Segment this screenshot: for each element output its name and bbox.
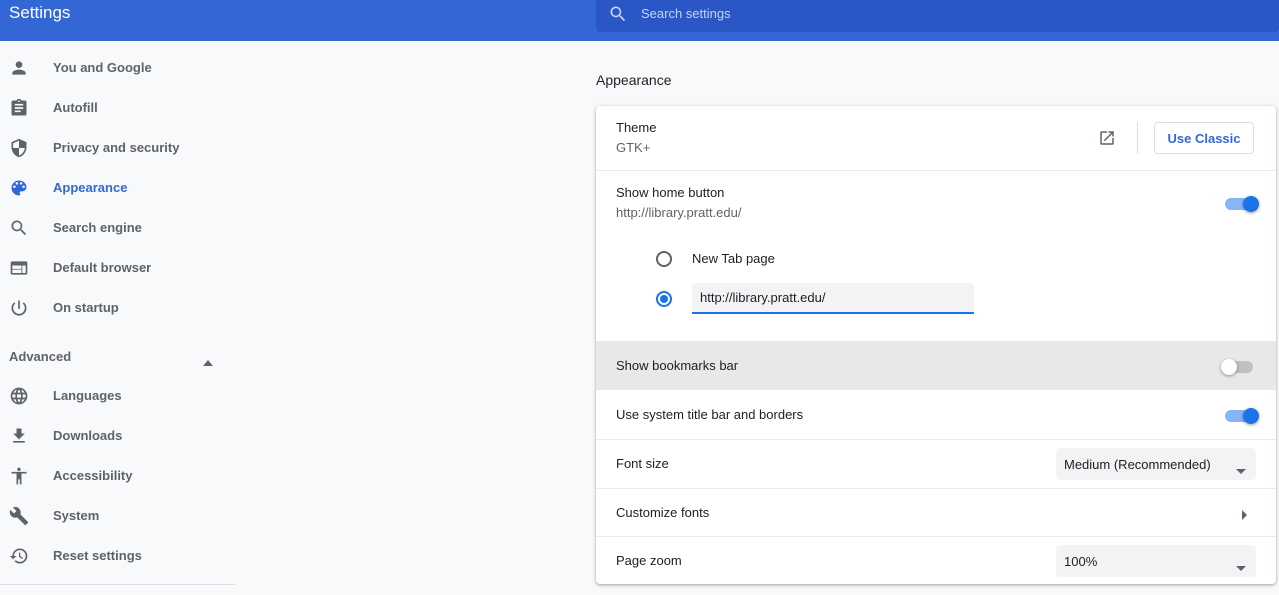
palette-icon (9, 178, 29, 198)
new-tab-radio[interactable] (656, 251, 672, 267)
font-size-select[interactable]: Medium (Recommended) (1056, 448, 1256, 480)
sidebar-item-autofill[interactable]: Autofill (0, 88, 235, 128)
sidebar-item-accessibility[interactable]: Accessibility (0, 456, 235, 496)
system-title-bar-label: Use system title bar and borders (616, 407, 804, 422)
shield-icon (9, 138, 29, 158)
sidebar-item-downloads[interactable]: Downloads (0, 416, 235, 456)
sidebar-item-default-browser[interactable]: Default browser (0, 248, 235, 288)
custom-url-radio[interactable] (656, 291, 672, 307)
person-icon (9, 58, 29, 78)
sidebar-item-privacy[interactable]: Privacy and security (0, 128, 235, 168)
page-title: Settings (9, 3, 71, 22)
bookmarks-bar-label: Show bookmarks bar (616, 358, 739, 373)
home-button-label: Show home button (616, 185, 725, 200)
system-title-bar-toggle[interactable] (1225, 405, 1259, 425)
power-icon (9, 298, 29, 318)
sidebar-item-label: Default browser (53, 260, 152, 275)
sidebar-item-appearance[interactable]: Appearance (0, 168, 235, 208)
wrench-icon (9, 506, 29, 526)
sidebar-item-label: Reset settings (53, 548, 142, 563)
accessibility-icon (9, 466, 29, 486)
page-zoom-label: Page zoom (616, 553, 682, 568)
row-divider (596, 439, 1276, 440)
sidebar-item-system[interactable]: System (0, 496, 235, 536)
sidebar-item-label: Autofill (53, 100, 98, 115)
search-input[interactable]: Search settings (641, 6, 731, 21)
sidebar-item-label: Privacy and security (53, 140, 180, 155)
new-tab-label: New Tab page (692, 251, 775, 266)
caret-up-icon (203, 353, 213, 371)
sidebar-item-on-startup[interactable]: On startup (0, 288, 235, 328)
toggle-knob (1243, 408, 1259, 424)
sidebar-item-you-and-google[interactable]: You and Google (0, 48, 235, 88)
advanced-label: Advanced (9, 349, 72, 364)
sidebar-item-reset-settings[interactable]: Reset settings (0, 536, 235, 576)
sidebar-item-label: On startup (53, 300, 119, 315)
sidebar-item-label: System (53, 508, 100, 523)
sidebar-item-label: Accessibility (53, 468, 133, 483)
search-box[interactable]: Search settings (596, 0, 1279, 32)
advanced-toggle[interactable]: Advanced (0, 337, 235, 377)
customize-fonts-label: Customize fonts (616, 505, 710, 520)
globe-icon (9, 386, 29, 406)
sidebar: You and Google Autofill Privacy and secu… (0, 41, 235, 595)
download-icon (9, 426, 29, 446)
row-divider (596, 536, 1276, 537)
dropdown-arrow-icon (1236, 461, 1246, 479)
sidebar-item-languages[interactable]: Languages (0, 376, 235, 416)
bookmarks-bar-toggle[interactable] (1221, 356, 1257, 376)
chevron-right-icon (1242, 507, 1247, 525)
search-icon (9, 218, 29, 238)
search-icon (608, 4, 628, 29)
theme-value: GTK+ (616, 140, 651, 155)
clipboard-icon (9, 98, 29, 118)
bookmarks-bar-row[interactable]: Show bookmarks bar (596, 341, 1276, 390)
row-divider (596, 170, 1276, 171)
home-url-input[interactable] (692, 283, 974, 314)
sidebar-item-label: Downloads (53, 428, 123, 443)
sidebar-item-search-engine[interactable]: Search engine (0, 208, 235, 248)
sidebar-item-label: Languages (53, 388, 122, 403)
use-classic-button[interactable]: Use Classic (1154, 122, 1254, 154)
section-title: Appearance (596, 72, 672, 88)
home-button-value: http://library.pratt.edu/ (616, 205, 742, 220)
font-size-label: Font size (616, 456, 669, 471)
sidebar-item-label: Search engine (53, 220, 142, 235)
font-size-value: Medium (Recommended) (1064, 457, 1211, 472)
theme-label: Theme (616, 120, 657, 135)
settings-header: Settings Search settings (0, 0, 1279, 41)
toggle-knob (1221, 359, 1237, 375)
sidebar-item-label: Appearance (53, 180, 128, 195)
open-in-new-icon[interactable] (1098, 129, 1116, 152)
sidebar-item-label: You and Google (53, 60, 152, 75)
appearance-card: Theme GTK+ Use Classic Show home button … (596, 106, 1276, 584)
vertical-separator (1137, 122, 1138, 154)
browser-window-icon (9, 258, 29, 278)
page-zoom-value: 100% (1064, 554, 1098, 569)
customize-fonts-row[interactable]: Customize fonts (596, 489, 1276, 537)
restore-icon (9, 546, 29, 566)
dropdown-arrow-icon (1236, 558, 1246, 576)
toggle-knob (1243, 196, 1259, 212)
sidebar-divider (0, 584, 235, 585)
home-button-toggle[interactable] (1225, 193, 1259, 213)
page-zoom-select[interactable]: 100% (1056, 545, 1256, 577)
